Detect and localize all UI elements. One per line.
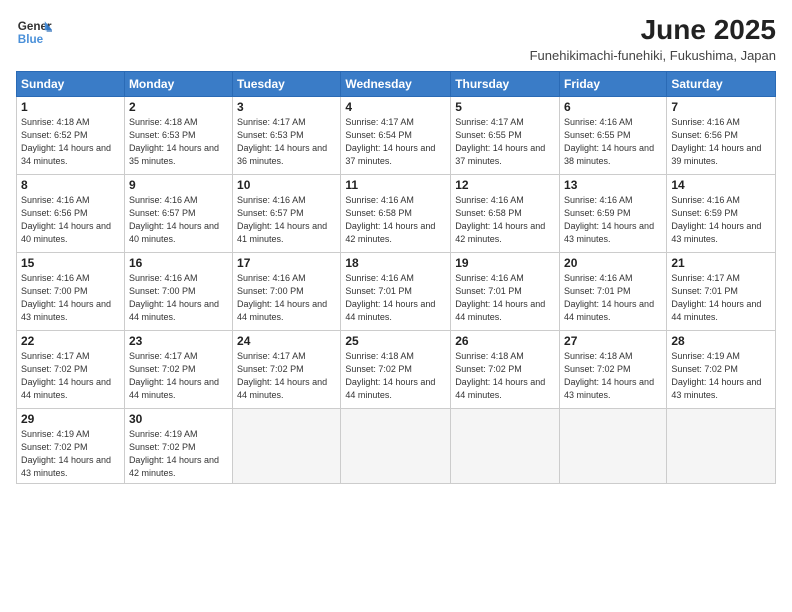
table-row: 22 Sunrise: 4:17 AMSunset: 7:02 PMDaylig… — [17, 331, 776, 409]
list-item: 18 Sunrise: 4:16 AMSunset: 7:01 PMDaylig… — [341, 253, 451, 331]
list-item: 5 Sunrise: 4:17 AMSunset: 6:55 PMDayligh… — [451, 97, 560, 175]
list-item: 2 Sunrise: 4:18 AMSunset: 6:53 PMDayligh… — [124, 97, 232, 175]
list-item: 10 Sunrise: 4:16 AMSunset: 6:57 PMDaylig… — [233, 175, 341, 253]
list-item: 6 Sunrise: 4:16 AMSunset: 6:55 PMDayligh… — [560, 97, 667, 175]
list-item: 24 Sunrise: 4:17 AMSunset: 7:02 PMDaylig… — [233, 331, 341, 409]
list-item: 12 Sunrise: 4:16 AMSunset: 6:58 PMDaylig… — [451, 175, 560, 253]
main-title: June 2025 — [530, 14, 776, 46]
header: General Blue June 2025 Funehikimachi-fun… — [16, 14, 776, 63]
list-item: 26 Sunrise: 4:18 AMSunset: 7:02 PMDaylig… — [451, 331, 560, 409]
list-item: 7 Sunrise: 4:16 AMSunset: 6:56 PMDayligh… — [667, 97, 776, 175]
empty-cell — [341, 409, 451, 484]
empty-cell — [451, 409, 560, 484]
page: General Blue June 2025 Funehikimachi-fun… — [0, 0, 792, 612]
list-item: 21 Sunrise: 4:17 AMSunset: 7:01 PMDaylig… — [667, 253, 776, 331]
calendar-header-row: Sunday Monday Tuesday Wednesday Thursday… — [17, 72, 776, 97]
list-item: 30 Sunrise: 4:19 AMSunset: 7:02 PMDaylig… — [124, 409, 232, 484]
list-item: 8 Sunrise: 4:16 AMSunset: 6:56 PMDayligh… — [17, 175, 125, 253]
list-item: 9 Sunrise: 4:16 AMSunset: 6:57 PMDayligh… — [124, 175, 232, 253]
empty-cell — [560, 409, 667, 484]
subtitle: Funehikimachi-funehiki, Fukushima, Japan — [530, 48, 776, 63]
empty-cell — [233, 409, 341, 484]
list-item: 27 Sunrise: 4:18 AMSunset: 7:02 PMDaylig… — [560, 331, 667, 409]
col-wednesday: Wednesday — [341, 72, 451, 97]
col-tuesday: Tuesday — [233, 72, 341, 97]
list-item: 19 Sunrise: 4:16 AMSunset: 7:01 PMDaylig… — [451, 253, 560, 331]
col-thursday: Thursday — [451, 72, 560, 97]
list-item: 17 Sunrise: 4:16 AMSunset: 7:00 PMDaylig… — [233, 253, 341, 331]
col-monday: Monday — [124, 72, 232, 97]
list-item: 20 Sunrise: 4:16 AMSunset: 7:01 PMDaylig… — [560, 253, 667, 331]
list-item: 16 Sunrise: 4:16 AMSunset: 7:00 PMDaylig… — [124, 253, 232, 331]
list-item: 15 Sunrise: 4:16 AMSunset: 7:00 PMDaylig… — [17, 253, 125, 331]
list-item: 25 Sunrise: 4:18 AMSunset: 7:02 PMDaylig… — [341, 331, 451, 409]
col-saturday: Saturday — [667, 72, 776, 97]
list-item: 14 Sunrise: 4:16 AMSunset: 6:59 PMDaylig… — [667, 175, 776, 253]
list-item: 13 Sunrise: 4:16 AMSunset: 6:59 PMDaylig… — [560, 175, 667, 253]
table-row: 1 Sunrise: 4:18 AMSunset: 6:52 PMDayligh… — [17, 97, 776, 175]
list-item: 22 Sunrise: 4:17 AMSunset: 7:02 PMDaylig… — [17, 331, 125, 409]
title-block: June 2025 Funehikimachi-funehiki, Fukush… — [530, 14, 776, 63]
list-item: 1 Sunrise: 4:18 AMSunset: 6:52 PMDayligh… — [17, 97, 125, 175]
logo-icon: General Blue — [16, 14, 52, 50]
list-item: 28 Sunrise: 4:19 AMSunset: 7:02 PMDaylig… — [667, 331, 776, 409]
logo: General Blue — [16, 14, 52, 50]
col-sunday: Sunday — [17, 72, 125, 97]
col-friday: Friday — [560, 72, 667, 97]
table-row: 8 Sunrise: 4:16 AMSunset: 6:56 PMDayligh… — [17, 175, 776, 253]
list-item: 23 Sunrise: 4:17 AMSunset: 7:02 PMDaylig… — [124, 331, 232, 409]
list-item: 3 Sunrise: 4:17 AMSunset: 6:53 PMDayligh… — [233, 97, 341, 175]
calendar: Sunday Monday Tuesday Wednesday Thursday… — [16, 71, 776, 484]
table-row: 29 Sunrise: 4:19 AMSunset: 7:02 PMDaylig… — [17, 409, 776, 484]
list-item: 11 Sunrise: 4:16 AMSunset: 6:58 PMDaylig… — [341, 175, 451, 253]
list-item: 29 Sunrise: 4:19 AMSunset: 7:02 PMDaylig… — [17, 409, 125, 484]
list-item: 4 Sunrise: 4:17 AMSunset: 6:54 PMDayligh… — [341, 97, 451, 175]
empty-cell — [667, 409, 776, 484]
table-row: 15 Sunrise: 4:16 AMSunset: 7:00 PMDaylig… — [17, 253, 776, 331]
svg-text:Blue: Blue — [18, 33, 44, 46]
